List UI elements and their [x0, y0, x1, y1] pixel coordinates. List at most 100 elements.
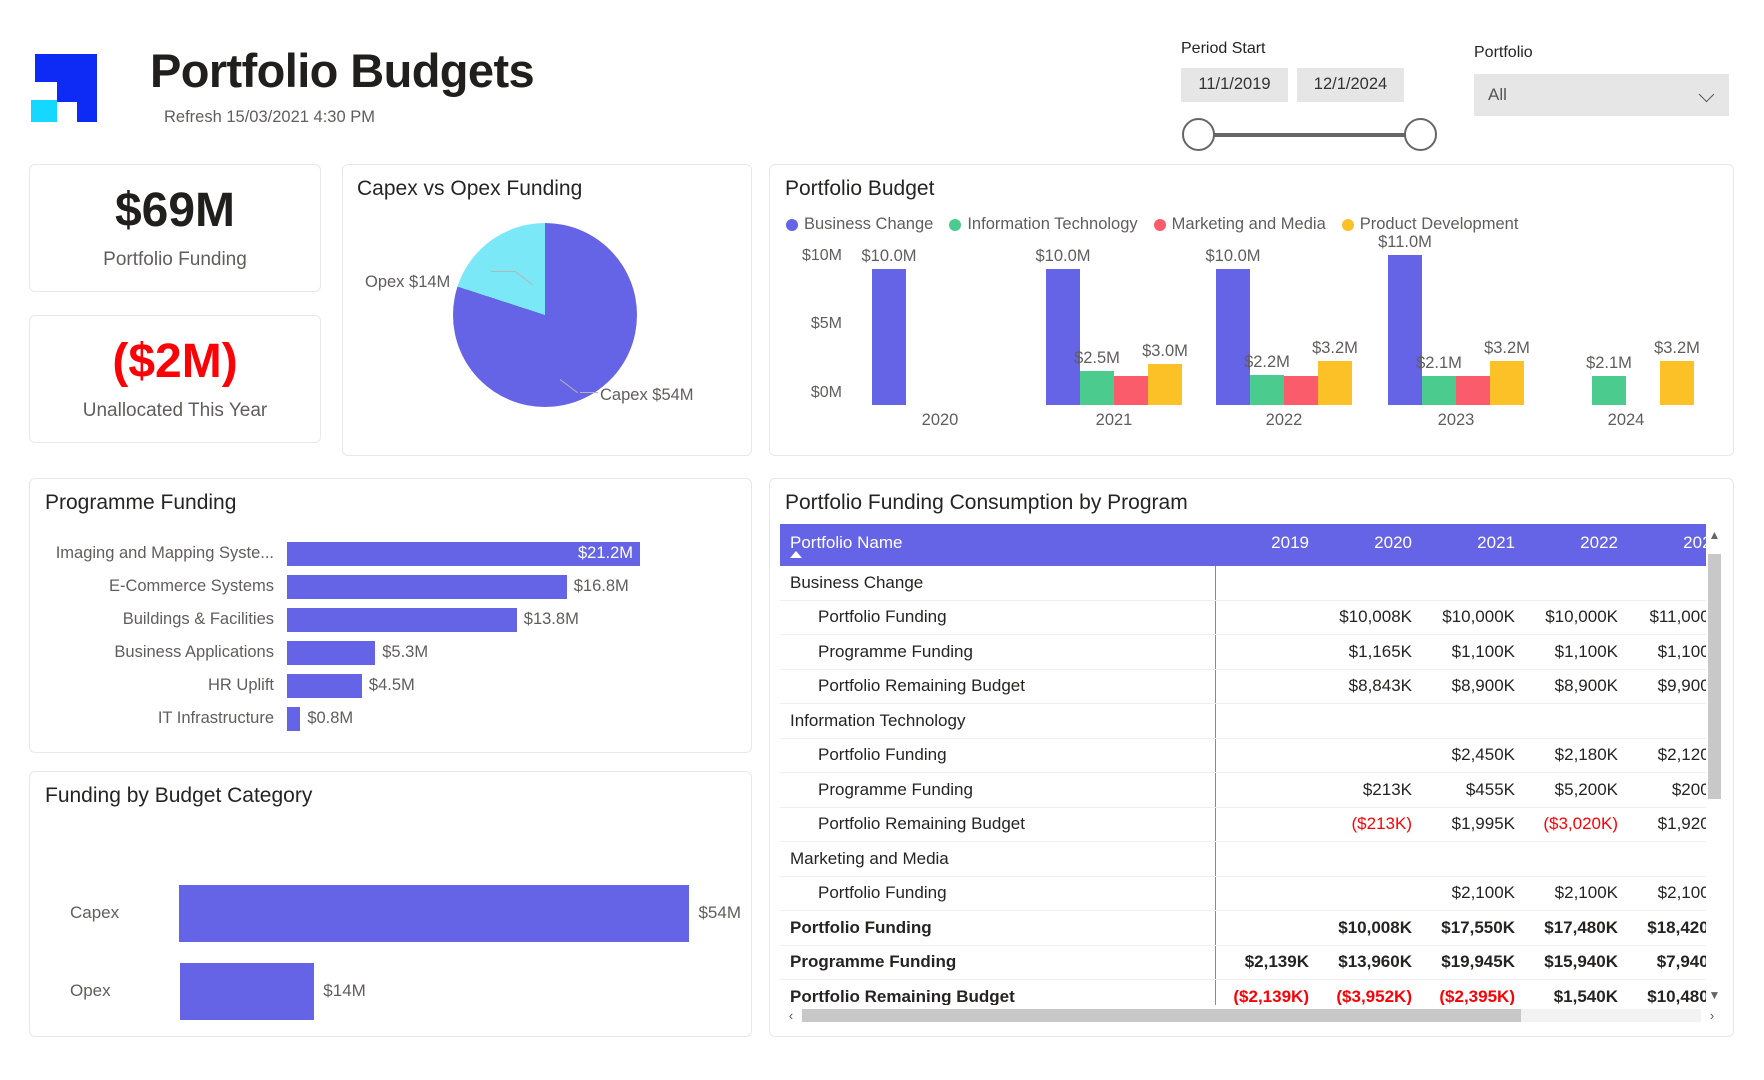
table-cell-value: ($3,020K): [1543, 814, 1618, 834]
table-row[interactable]: Portfolio Remaining Budget ($213K) $1,995K…: [780, 807, 1723, 842]
programme-bar-row[interactable]: Imaging and Mapping Syste... $21.2M: [42, 537, 741, 570]
programme-bar-value: $21.2M: [578, 544, 634, 562]
budget-bar-row[interactable]: Capex $54M: [42, 874, 741, 952]
bar-group-2023: $11.0M $2.1M $3.2M 2023: [1378, 233, 1530, 429]
legend-item-marketing-and-media[interactable]: Marketing and Media: [1153, 215, 1326, 234]
bar-2022-3[interactable]: $3.2M: [1312, 339, 1358, 405]
table-cell-value: $8,900K: [1554, 676, 1618, 696]
programme-bar[interactable]: [287, 607, 517, 632]
table-row[interactable]: Programme Funding $2,139K $13,960K $19,945K…: [780, 945, 1723, 980]
bar-2022-2[interactable]: [1284, 376, 1318, 405]
chevron-down-icon[interactable]: ▼: [1706, 988, 1723, 1002]
table-cell-value: $17,550K: [1441, 917, 1515, 937]
bar-2021-0[interactable]: $10.0M: [1035, 247, 1091, 405]
table-row[interactable]: Portfolio Funding $10,008K $17,550K $17,480…: [780, 911, 1723, 946]
capex-opex-pie-card: Capex vs Opex Funding Opex $14M Capex $5…: [342, 164, 752, 456]
portfolio-dropdown[interactable]: All: [1474, 74, 1729, 116]
programme-bar[interactable]: [287, 640, 376, 665]
programme-bar-row[interactable]: IT Infrastructure $0.8M: [42, 702, 741, 735]
horizontal-scrollbar[interactable]: ‹ ›: [780, 1005, 1723, 1026]
bar-2024-3[interactable]: $3.2M: [1654, 339, 1700, 405]
table-title: Portfolio Funding Consumption by Program: [785, 491, 1188, 514]
kpi-card-unallocated[interactable]: ($2M) Unallocated This Year: [29, 315, 321, 443]
table-row[interactable]: Programme Funding $213K $455K $5,200K $200K: [780, 773, 1723, 808]
legend-item-information-technology[interactable]: Information Technology: [949, 215, 1138, 234]
vertical-scrollbar[interactable]: ▲ ▼: [1706, 524, 1723, 1004]
chevron-right-icon[interactable]: ›: [1701, 1008, 1723, 1023]
bar-2023-0[interactable]: $11.0M: [1378, 233, 1432, 405]
programme-bar-label: HR Uplift: [207, 676, 274, 694]
table-cell-value: $2,100K: [1451, 883, 1515, 903]
table-row[interactable]: Programme Funding $1,165K $1,100K $1,100K $1…: [780, 635, 1723, 670]
bar-2021-1[interactable]: $2.5M: [1074, 349, 1120, 405]
period-range-slider[interactable]: [1182, 118, 1437, 154]
table-row[interactable]: Portfolio Funding $2,100K $2,100K $2,100K: [780, 876, 1723, 911]
table-row[interactable]: Information Technology: [780, 704, 1723, 739]
table-header-2019[interactable]: 2019: [1216, 524, 1319, 553]
chevron-left-icon[interactable]: ‹: [780, 1008, 802, 1023]
table-cell-value: $10,000K: [1545, 607, 1618, 627]
chevron-up-icon[interactable]: ▲: [1706, 528, 1723, 542]
table-cell-name: Portfolio Funding: [780, 876, 1216, 910]
bar-2021-2[interactable]: [1114, 376, 1148, 405]
legend-item-product-development[interactable]: Product Development: [1341, 215, 1518, 234]
vertical-scroll-thumb[interactable]: [1708, 554, 1721, 799]
table-header-2022[interactable]: 2022: [1525, 524, 1628, 553]
bar-2020-0[interactable]: $10.0M: [861, 247, 917, 405]
bar-2022-0[interactable]: $10.0M: [1205, 247, 1261, 405]
table-cell-value: $19,945K: [1441, 952, 1515, 972]
slider-track: [1196, 133, 1423, 137]
table-body: Business Change Portfolio Funding $10,008K…: [780, 566, 1723, 1015]
period-end-input[interactable]: 12/1/2024: [1297, 68, 1404, 102]
bar-2022-1[interactable]: $2.2M: [1244, 353, 1290, 405]
bar-value-label: $2.1M: [1586, 354, 1632, 373]
pie-label-capex: Capex $54M: [600, 386, 694, 404]
period-start-slicer[interactable]: Period Start 11/1/2019 12/1/2024: [1181, 40, 1461, 102]
programme-bar-row[interactable]: Business Applications $5.3M: [42, 636, 741, 669]
table-header-2021[interactable]: 2021: [1422, 524, 1525, 553]
kpi-card-portfolio-funding[interactable]: $69M Portfolio Funding: [29, 164, 321, 292]
table-cell-value: $1,100K: [1554, 641, 1618, 661]
programme-bar-row[interactable]: Buildings & Facilities $13.8M: [42, 603, 741, 636]
table-cell-value: $1,165K: [1348, 641, 1412, 661]
portfolio-slicer: Portfolio All: [1474, 44, 1729, 116]
slider-handle-right[interactable]: [1404, 118, 1437, 151]
legend-item-business-change[interactable]: Business Change: [786, 215, 933, 234]
pie-leader-opex-h: [491, 271, 515, 272]
bar-2023-1[interactable]: $2.1M: [1416, 354, 1462, 405]
bar-2021-3[interactable]: $3.0M: [1142, 342, 1188, 405]
programme-bar-row[interactable]: HR Uplift $4.5M: [42, 669, 741, 702]
table-cell-value: $10,008K: [1338, 917, 1412, 937]
x-tick-2021: 2021: [1095, 411, 1133, 429]
programme-bar[interactable]: [287, 706, 301, 731]
table-row[interactable]: Portfolio Funding $2,450K $2,180K $2,120K: [780, 738, 1723, 773]
budget-bar-row[interactable]: Opex $14M: [42, 952, 741, 1030]
table-header-portfolio-name[interactable]: Portfolio Name: [780, 524, 1216, 558]
table-header-2020[interactable]: 2020: [1319, 524, 1422, 553]
budget-bar[interactable]: [178, 884, 690, 942]
table-cell-value: $8,900K: [1451, 676, 1515, 696]
slider-handle-left[interactable]: [1182, 118, 1215, 151]
programme-bar[interactable]: [287, 574, 567, 599]
budget-bar-label: Opex: [70, 981, 111, 1000]
bar-group-2024: $2.1M $3.2M 2024: [1558, 255, 1700, 429]
budget-bar[interactable]: [180, 962, 315, 1020]
bar-2024-1[interactable]: $2.1M: [1586, 354, 1632, 405]
data-table: Portfolio Name 2019 2020 2021 2022 2023 Busin…: [780, 524, 1723, 1026]
table-row[interactable]: Portfolio Funding $10,008K $10,000K $10,000…: [780, 600, 1723, 635]
table-row[interactable]: Business Change: [780, 566, 1723, 601]
table-row[interactable]: Portfolio Remaining Budget $8,843K $8,900K…: [780, 669, 1723, 704]
refresh-timestamp: Refresh 15/03/2021 4:30 PM: [164, 108, 375, 126]
bar-2023-3[interactable]: $3.2M: [1484, 339, 1530, 405]
programme-bar-row[interactable]: E-Commerce Systems $16.8M: [42, 570, 741, 603]
bar-2023-2[interactable]: [1456, 376, 1490, 405]
horizontal-scroll-thumb[interactable]: [802, 1009, 1522, 1022]
table-cell-value: ($213K): [1351, 814, 1412, 834]
horizontal-scroll-track[interactable]: [802, 1009, 1701, 1022]
programme-bar[interactable]: [287, 673, 362, 698]
table-row[interactable]: Marketing and Media: [780, 842, 1723, 877]
programme-funding-card: Programme Funding Imaging and Mapping Sy…: [29, 478, 752, 753]
period-start-input[interactable]: 11/1/2019: [1181, 68, 1288, 102]
chevron-down-icon: [1699, 87, 1715, 103]
bar-value-label: $11.0M: [1378, 233, 1432, 251]
